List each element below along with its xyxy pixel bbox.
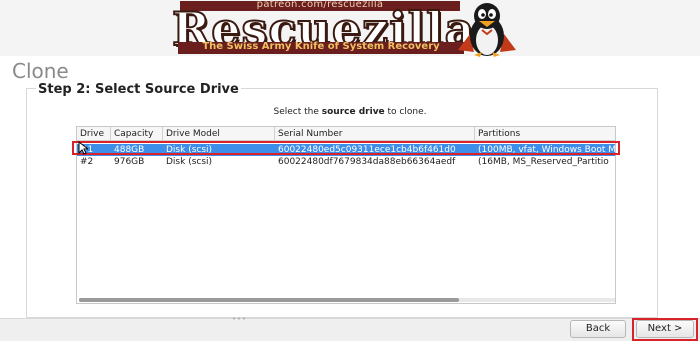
instruction-text: Select the source drive to clone. xyxy=(0,107,700,117)
cell-partitions: (16MB, MS_Reserved_Partitio xyxy=(478,157,609,167)
resize-grip-icon xyxy=(233,317,245,320)
scrollbar-thumb[interactable] xyxy=(79,298,459,302)
column-header-drive-model[interactable]: Drive Model xyxy=(163,127,275,141)
column-header-partitions[interactable]: Partitions xyxy=(475,127,615,141)
page-title: Clone xyxy=(12,59,69,83)
selected-row-highlight xyxy=(72,141,620,155)
back-button[interactable]: Back xyxy=(570,320,626,338)
penguin-mascot-icon xyxy=(458,3,516,57)
horizontal-scrollbar[interactable] xyxy=(79,298,615,302)
column-header-serial-number[interactable]: Serial Number xyxy=(275,127,475,141)
column-header-drive[interactable]: Drive xyxy=(77,127,111,141)
table-row[interactable]: #2 976GB Disk (scsi) 60022480df7679834da… xyxy=(77,156,615,168)
cell-drive-model: Disk (scsi) xyxy=(166,157,213,167)
cell-drive: #2 xyxy=(80,157,94,167)
table-header: Drive Capacity Drive Model Serial Number… xyxy=(77,127,615,141)
cell-capacity: 976GB xyxy=(114,157,145,167)
cell-serial-number: 60022480df7679834da88eb66364aedf xyxy=(278,157,456,167)
next-button-highlight xyxy=(632,318,698,341)
column-header-capacity[interactable]: Capacity xyxy=(111,127,163,141)
banner-tagline: The Swiss Army Knife of System Recovery xyxy=(202,41,440,52)
step-title: Step 2: Select Source Drive xyxy=(36,82,241,97)
instruction-suffix: to clone. xyxy=(384,107,427,117)
app-banner: patreon.com/rescuezilla Rescuezilla The … xyxy=(0,0,700,58)
mouse-cursor-icon xyxy=(78,141,88,155)
instruction-emphasis: source drive xyxy=(321,107,385,117)
instruction-prefix: Select the xyxy=(273,107,322,117)
